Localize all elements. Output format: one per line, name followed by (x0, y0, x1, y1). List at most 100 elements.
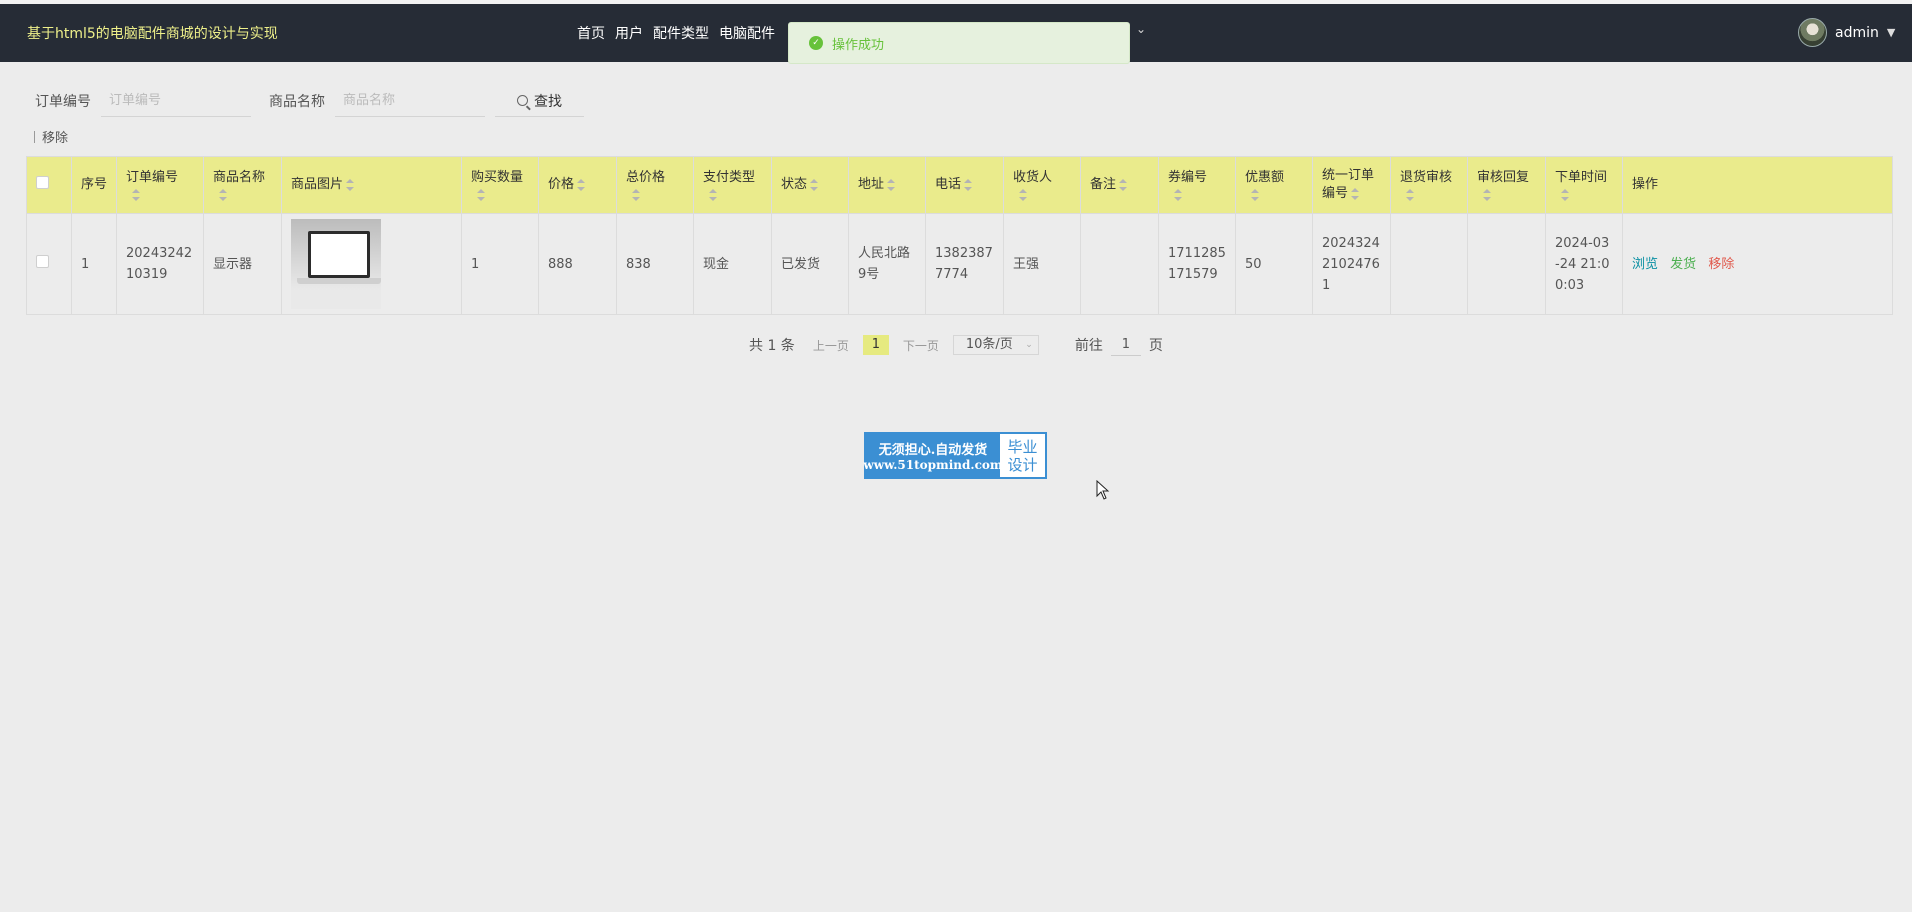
toast-message: 操作成功 (832, 37, 885, 53)
chevron-down-icon: ⌄ (1025, 340, 1033, 350)
divider (34, 130, 35, 143)
cell-total: 838 (616, 213, 694, 315)
chevron-down-icon[interactable]: ⌄ (1136, 22, 1146, 36)
cell-index: 1 (71, 213, 117, 315)
sort-icon[interactable] (1406, 189, 1414, 201)
col-price[interactable]: 价格 (538, 156, 617, 214)
cell-actions: 浏览 发货 移除 (1622, 213, 1893, 315)
toolbar: 移除 (34, 127, 68, 146)
cell-receiver: 王强 (1003, 213, 1081, 315)
col-remark[interactable]: 备注 (1080, 156, 1159, 214)
view-link[interactable]: 浏览 (1632, 257, 1658, 272)
page-size-select[interactable]: 10条/页 ⌄ (952, 335, 1039, 355)
sort-icon[interactable] (1174, 189, 1182, 201)
col-status[interactable]: 状态 (771, 156, 849, 214)
watermark-logo: 无须担心.自动发货 www.51topmind.com 毕业 设计 (863, 432, 1047, 479)
laptop-icon (308, 231, 370, 278)
product-name-input[interactable] (335, 85, 485, 117)
sort-icon[interactable] (887, 178, 896, 191)
cell-order-no: 2024324210319 (116, 213, 204, 315)
cell-qty: 1 (461, 213, 539, 315)
cell-price: 888 (538, 213, 617, 315)
cell-discount: 50 (1235, 213, 1313, 315)
table-row: 1 2024324210319 显示器 1 888 838 现金 已发货 人民北… (26, 213, 1893, 315)
col-product[interactable]: 商品名称 (203, 156, 282, 214)
sort-icon[interactable] (477, 189, 485, 201)
sort-icon[interactable] (1351, 187, 1360, 200)
table-header-row: 序号 订单编号 商品名称 商品图片 购买数量 价格 总价格 支付类型 状态 地址… (26, 156, 1893, 214)
row-select-cell (26, 213, 72, 315)
cell-review-reply (1467, 213, 1546, 315)
nav-item-home[interactable]: 首页 (577, 23, 605, 43)
sort-icon[interactable] (1019, 189, 1027, 201)
sort-icon[interactable] (1483, 189, 1491, 201)
sort-icon[interactable] (1251, 189, 1259, 201)
remove-link[interactable]: 移除 (1708, 257, 1734, 272)
prev-page-button[interactable]: 上一页 (813, 337, 849, 354)
col-review-reply[interactable]: 审核回复 (1467, 156, 1546, 214)
pagination-total: 共 1 条 (749, 338, 795, 354)
row-checkbox[interactable] (36, 254, 49, 268)
col-receiver[interactable]: 收货人 (1003, 156, 1081, 214)
watermark-line1: 无须担心.自动发货 (878, 443, 988, 458)
cell-pay-type: 现金 (693, 213, 772, 315)
sort-icon[interactable] (346, 178, 355, 191)
col-order-time[interactable]: 下单时间 (1545, 156, 1623, 214)
col-coupon-no[interactable]: 券编号 (1158, 156, 1236, 214)
avatar[interactable] (1798, 18, 1827, 47)
mouse-cursor-icon (1096, 480, 1110, 500)
col-total[interactable]: 总价格 (616, 156, 694, 214)
sort-icon[interactable] (810, 178, 819, 191)
search-button-label: 查找 (534, 93, 562, 110)
goto-label: 前往 (1074, 338, 1103, 354)
cell-phone: 13823877774 (925, 213, 1004, 315)
cell-image (281, 213, 462, 315)
watermark-right1: 毕业 (1007, 437, 1038, 456)
sort-icon[interactable] (219, 189, 227, 201)
search-button[interactable]: 查找 (495, 85, 584, 117)
app-title: 基于html5的电脑配件商城的设计与实现 (27, 26, 278, 42)
col-index: 序号 (71, 156, 117, 214)
remove-button[interactable]: 移除 (42, 127, 68, 146)
page-number-1[interactable]: 1 (862, 335, 889, 355)
col-discount[interactable]: 优惠额 (1235, 156, 1313, 214)
order-no-label: 订单编号 (35, 94, 91, 110)
cell-status: 已发货 (771, 213, 849, 315)
col-actions: 操作 (1622, 156, 1893, 214)
sort-icon[interactable] (964, 178, 973, 191)
sort-icon[interactable] (132, 189, 140, 201)
select-all-checkbox[interactable] (36, 175, 49, 189)
nav-item-users[interactable]: 用户 (615, 23, 643, 43)
user-menu[interactable]: admin ▼ (1798, 18, 1895, 47)
product-image[interactable] (291, 219, 381, 309)
select-all-cell (26, 156, 72, 214)
order-no-input[interactable] (101, 85, 251, 117)
search-bar: 订单编号 商品名称 查找 (35, 84, 584, 118)
sort-icon[interactable] (1119, 178, 1128, 191)
nav-item-part-types[interactable]: 配件类型 (653, 23, 709, 43)
sort-icon[interactable] (709, 189, 717, 201)
user-name[interactable]: admin (1835, 25, 1879, 41)
col-phone[interactable]: 电话 (925, 156, 1004, 214)
col-image[interactable]: 商品图片 (281, 156, 462, 214)
sort-icon[interactable] (1561, 189, 1569, 201)
col-address[interactable]: 地址 (848, 156, 926, 214)
ship-link[interactable]: 发货 (1670, 257, 1696, 272)
col-order-no[interactable]: 订单编号 (116, 156, 204, 214)
goto-page-input[interactable] (1110, 334, 1141, 356)
product-name-label: 商品名称 (269, 94, 325, 110)
chevron-down-icon[interactable]: ▼ (1887, 26, 1895, 39)
col-qty[interactable]: 购买数量 (461, 156, 539, 214)
orders-table: 序号 订单编号 商品名称 商品图片 购买数量 价格 总价格 支付类型 状态 地址… (26, 156, 1893, 315)
cell-coupon-no: 1711285171579 (1158, 213, 1236, 315)
next-page-button[interactable]: 下一页 (903, 337, 939, 354)
sort-icon[interactable] (632, 189, 640, 201)
col-pay-type[interactable]: 支付类型 (693, 156, 772, 214)
cell-product: 显示器 (203, 213, 282, 315)
col-refund-review[interactable]: 退货审核 (1390, 156, 1468, 214)
col-unified-order-no[interactable]: 统一订单编号 (1312, 156, 1391, 214)
sort-icon[interactable] (577, 178, 586, 191)
nav-item-computer-parts[interactable]: 电脑配件 (719, 23, 775, 43)
pagination: 共 1 条 上一页 1 下一页 10条/页⌄ 前往 页 (749, 334, 1163, 356)
cell-remark (1080, 213, 1159, 315)
